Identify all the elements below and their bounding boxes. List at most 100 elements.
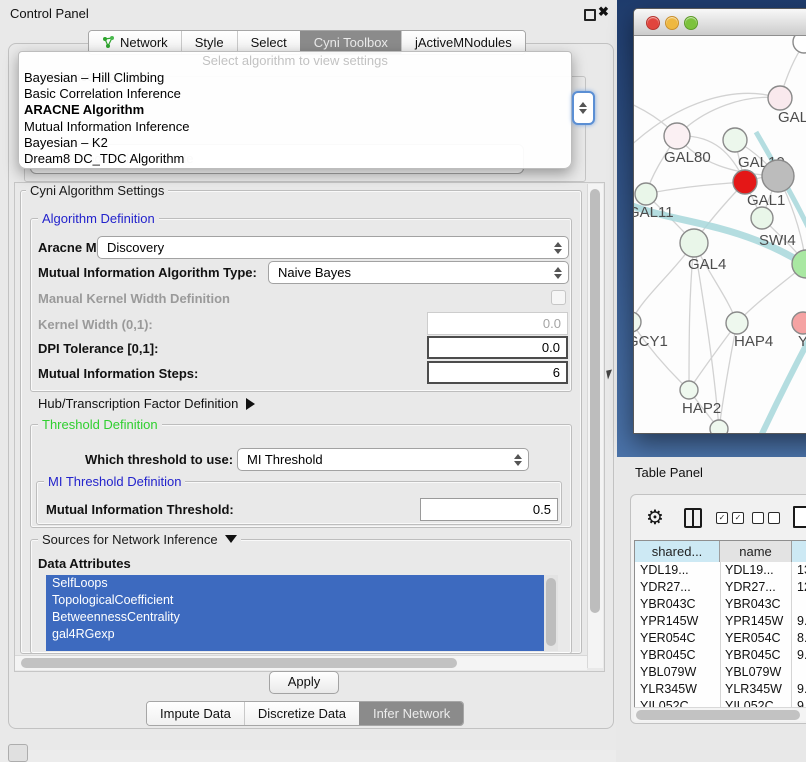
attributes-scrollbar[interactable] (544, 575, 558, 651)
table-row[interactable]: YBR043CYBR043C (635, 596, 806, 613)
network-edge[interactable] (634, 243, 694, 322)
algorithm-option[interactable]: ARACNE Algorithm (19, 102, 571, 118)
column-header-shared[interactable]: shared... (635, 541, 720, 562)
network-node[interactable] (733, 170, 757, 194)
apply-button[interactable]: Apply (269, 671, 339, 694)
minimized-panel-icon[interactable] (8, 744, 28, 762)
settings-vscroll-thumb[interactable] (590, 189, 600, 613)
network-node[interactable] (680, 229, 708, 257)
settings-vertical-scrollbar[interactable] (587, 184, 603, 668)
network-edge[interactable] (634, 93, 780, 154)
table-hscroll-thumb[interactable] (636, 710, 800, 720)
network-node[interactable] (634, 312, 641, 332)
table-cell[interactable]: YBR043C (720, 596, 792, 613)
table-cell[interactable]: YIL052C (635, 698, 721, 707)
kernel-width-field[interactable]: 0.0 (427, 312, 568, 335)
network-node[interactable] (664, 123, 690, 149)
aracne-mode-combo[interactable]: Discovery (97, 236, 569, 259)
algorithm-option[interactable]: Bayesian – Hill Climbing (19, 70, 571, 86)
network-canvas[interactable]: GALGAL80GAL10GAL1SWI4GAL11GAL4GCY1HAP4YH… (634, 36, 806, 433)
network-window-titlebar[interactable] (634, 9, 806, 36)
algorithm-option[interactable]: Bayesian – K2 (19, 135, 571, 151)
table-cell[interactable]: 9. (792, 613, 806, 630)
table-cell[interactable]: YDR27... (635, 579, 721, 596)
network-view-window[interactable]: GALGAL80GAL10GAL1SWI4GAL11GAL4GCY1HAP4YH… (633, 8, 806, 434)
columns-icon[interactable] (684, 508, 702, 528)
table-row[interactable]: YDR27...YDR27...12 (635, 579, 806, 596)
attribute-item[interactable]: gal4RGexp (46, 626, 544, 643)
table-cell[interactable]: YBL079W (635, 664, 721, 681)
network-node[interactable] (726, 312, 748, 334)
mi-type-combo[interactable]: Naive Bayes (268, 261, 569, 284)
table-cell[interactable]: 13 (792, 562, 806, 579)
table-cell[interactable]: YER054C (720, 630, 792, 647)
table-cell[interactable] (792, 664, 806, 681)
network-edge[interactable] (689, 323, 737, 390)
close-icon[interactable]: ✖ (598, 4, 609, 20)
attribute-item[interactable]: BetweennessCentrality (46, 609, 544, 626)
tab-impute-data[interactable]: Impute Data (147, 702, 244, 725)
deselect-all-columns-icon[interactable] (752, 512, 780, 524)
tab-infer-network[interactable]: Infer Network (359, 702, 463, 725)
data-attributes-list[interactable]: SelfLoopsTopologicalCoefficientBetweenne… (46, 575, 544, 651)
table-cell[interactable]: 9 (792, 698, 806, 707)
table-cell[interactable]: YBL079W (720, 664, 792, 681)
table-cell[interactable]: 12 (792, 579, 806, 596)
table-row[interactable]: YPR145WYPR145W9. (635, 613, 806, 630)
network-node[interactable] (751, 207, 773, 229)
minimize-traffic-light[interactable] (665, 16, 679, 30)
table-row[interactable]: YDL19...YDL19...13 (635, 562, 806, 579)
network-edge[interactable] (646, 182, 745, 194)
manual-kernel-checkbox[interactable] (551, 290, 566, 305)
network-node[interactable] (768, 86, 792, 110)
network-node[interactable] (762, 160, 794, 192)
algorithm-option[interactable]: Basic Correlation Inference (19, 86, 571, 102)
algorithm-combo-stepper[interactable] (572, 91, 595, 125)
gear-icon[interactable]: ⚙ (646, 505, 664, 530)
table-cell[interactable]: YER054C (635, 630, 721, 647)
table-cell[interactable]: YBR045C (635, 647, 721, 664)
table-cell[interactable]: YPR145W (635, 613, 721, 630)
which-threshold-combo[interactable]: MI Threshold (237, 448, 529, 471)
network-node[interactable] (723, 128, 747, 152)
table-cell[interactable]: 9. (792, 681, 806, 698)
table-cell[interactable]: YDL19... (635, 562, 721, 579)
table-row[interactable]: YBR045CYBR045C9. (635, 647, 806, 664)
table-cell[interactable]: YLR345W (635, 681, 721, 698)
settings-horizontal-scrollbar[interactable] (15, 655, 587, 670)
network-node[interactable] (635, 183, 657, 205)
table-cell[interactable]: YBR043C (635, 596, 721, 613)
hub-section-header[interactable]: Hub/Transcription Factor Definition (38, 396, 255, 411)
table-cell[interactable]: YBR045C (720, 647, 792, 664)
zoom-traffic-light[interactable] (684, 16, 698, 30)
attribute-item[interactable]: TopologicalCoefficient (46, 592, 544, 609)
table-row[interactable]: YBL079WYBL079W (635, 664, 806, 681)
table-cell[interactable]: 9. (792, 647, 806, 664)
export-table-icon[interactable] (793, 506, 806, 528)
table-horizontal-scrollbar[interactable] (634, 707, 806, 721)
dpi-tolerance-field[interactable]: 0.0 (427, 336, 568, 359)
mi-threshold-field[interactable]: 0.5 (420, 498, 558, 521)
attribute-item[interactable]: SelfLoops (46, 575, 544, 592)
table-row[interactable]: YER054CYER054C8. (635, 630, 806, 647)
column-header-name[interactable]: name (720, 541, 792, 562)
network-node[interactable] (792, 312, 806, 334)
table-cell[interactable]: YDL19... (720, 562, 792, 579)
network-node[interactable] (793, 36, 806, 53)
close-traffic-light[interactable] (646, 16, 660, 30)
table-cell[interactable]: YPR145W (720, 613, 792, 630)
mi-steps-field[interactable]: 6 (427, 361, 568, 384)
network-node[interactable] (680, 381, 698, 399)
tab-discretize-data[interactable]: Discretize Data (244, 702, 359, 725)
float-window-icon[interactable] (584, 9, 596, 21)
network-node[interactable] (710, 420, 728, 433)
table-cell[interactable]: 8. (792, 630, 806, 647)
column-header-clipped[interactable]: A (792, 541, 806, 562)
select-all-columns-icon[interactable]: ✓✓ (716, 512, 744, 524)
algorithm-option[interactable]: Dream8 DC_TDC Algorithm (19, 151, 571, 167)
table-row[interactable]: YLR345WYLR345W9. (635, 681, 806, 698)
table-cell[interactable]: YIL052C (720, 698, 792, 707)
algorithm-option[interactable]: Mutual Information Inference (19, 119, 571, 135)
table-cell[interactable] (792, 596, 806, 613)
settings-hscroll-thumb[interactable] (21, 658, 457, 668)
